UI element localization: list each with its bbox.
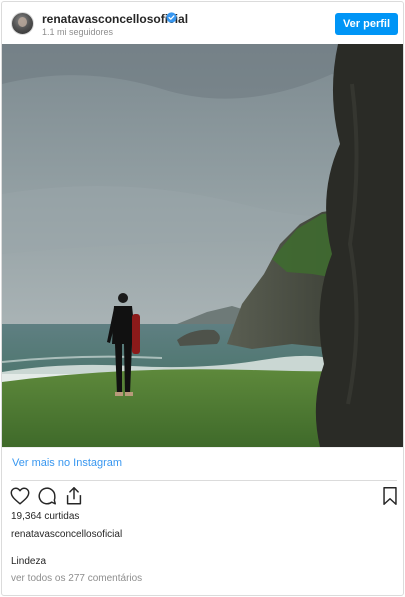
avatar-face bbox=[18, 17, 27, 27]
post-photo[interactable] bbox=[2, 44, 403, 447]
liked-by-username[interactable]: renatavasconcellosoficial bbox=[11, 529, 122, 540]
follower-count: 1.1 mi seguidores bbox=[42, 27, 114, 37]
comment-icon[interactable] bbox=[36, 485, 58, 507]
like-count: 19,364 curtidas bbox=[11, 511, 80, 522]
heart-icon[interactable] bbox=[9, 485, 31, 507]
view-profile-button[interactable]: Ver perfil bbox=[335, 13, 398, 35]
instagram-embed-card: renatavasconcellosoficial 1.1 mi seguido… bbox=[1, 1, 404, 596]
post-header: renatavasconcellosoficial 1.1 mi seguido… bbox=[2, 2, 403, 44]
divider bbox=[11, 480, 397, 481]
bookmark-icon[interactable] bbox=[379, 485, 401, 507]
action-bar bbox=[2, 485, 403, 509]
view-all-comments-link[interactable]: ver todos os 277 comentários bbox=[11, 573, 142, 584]
verified-badge-icon bbox=[166, 12, 177, 23]
caption-text: Lindeza bbox=[11, 556, 47, 567]
divider bbox=[2, 447, 403, 448]
avatar[interactable] bbox=[11, 12, 34, 35]
share-icon[interactable] bbox=[63, 485, 85, 507]
view-on-instagram-link[interactable]: Ver mais no Instagram bbox=[12, 457, 122, 469]
